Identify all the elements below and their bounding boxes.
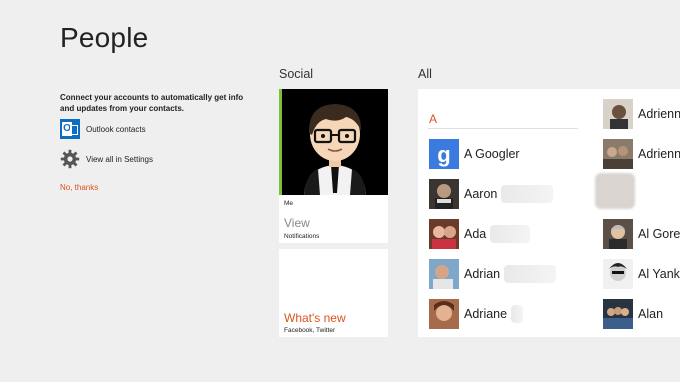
contact-avatar	[603, 299, 633, 329]
contact-name: Adrienn	[638, 107, 680, 121]
contact-item[interactable]: Al Yanko	[603, 259, 680, 289]
blurred-surname	[501, 185, 554, 203]
whats-new-tile[interactable]: What's new Facebook, Twitter	[279, 249, 388, 337]
contact-name: Alan	[638, 307, 664, 321]
page-title: People	[60, 22, 149, 53]
view-all-settings-link[interactable]: View all in Settings	[60, 149, 153, 169]
contact-avatar	[603, 99, 633, 129]
contact-item[interactable]: Ada	[429, 219, 531, 249]
group-letter-a[interactable]: A	[429, 112, 437, 126]
contact-avatar	[429, 259, 459, 289]
gear-icon	[60, 149, 80, 169]
contact-item[interactable]: Adrienn	[603, 139, 680, 169]
contact-avatar	[603, 219, 633, 249]
group-divider	[428, 128, 578, 129]
whats-new-sources: Facebook, Twitter	[284, 327, 336, 334]
blurred-surname	[511, 305, 524, 323]
contact-name: Al Yanko	[638, 267, 680, 281]
outlook-icon: O	[60, 119, 80, 139]
contact-name: A Googler	[464, 147, 520, 161]
google-g-icon: g	[429, 139, 459, 169]
contact-avatar	[429, 299, 459, 329]
contact-avatar	[603, 259, 633, 289]
blurred-surname	[490, 225, 531, 243]
contact-item[interactable]: g A Googler	[429, 139, 520, 169]
no-thanks-link[interactable]: No, thanks	[60, 183, 98, 192]
contact-name: Adrienn	[638, 147, 680, 161]
svg-text:g: g	[437, 142, 450, 167]
contact-item[interactable]: Adrienn	[603, 99, 680, 129]
contact-avatar-blurred	[595, 173, 635, 209]
view-all-settings-label: View all in Settings	[86, 154, 153, 164]
contact-avatar	[603, 139, 633, 169]
contact-item[interactable]: Alan	[603, 299, 663, 329]
contact-item[interactable]: Adrian	[429, 259, 557, 289]
contact-name: Adrian	[464, 267, 501, 281]
connect-accounts-text: Connect your accounts to automatically g…	[60, 93, 244, 113]
outlook-contacts-label: Outlook contacts	[86, 124, 146, 134]
me-label: Me	[284, 200, 294, 207]
whats-new-label: What's new	[284, 311, 346, 325]
social-heading: Social	[279, 67, 314, 81]
contact-name: Aaron	[464, 187, 498, 201]
contact-name: Ada	[464, 227, 487, 241]
me-tile[interactable]: Me View Notifications	[279, 89, 388, 243]
contact-item[interactable]	[595, 173, 640, 209]
notifications-label: Notifications	[284, 233, 320, 240]
view-action[interactable]: View	[284, 216, 310, 230]
contact-name: Adriane	[464, 307, 508, 321]
blurred-surname	[504, 265, 557, 283]
contact-item[interactable]: Al Gore	[603, 219, 680, 249]
contact-avatar	[429, 219, 459, 249]
outlook-contacts-link[interactable]: O Outlook contacts	[60, 119, 146, 139]
contact-item[interactable]: Aaron	[429, 179, 554, 209]
contact-name: Al Gore	[638, 227, 680, 241]
contact-avatar	[429, 179, 459, 209]
all-heading: All	[418, 67, 432, 81]
me-avatar	[282, 89, 388, 195]
contact-item[interactable]: Adriane	[429, 299, 524, 329]
